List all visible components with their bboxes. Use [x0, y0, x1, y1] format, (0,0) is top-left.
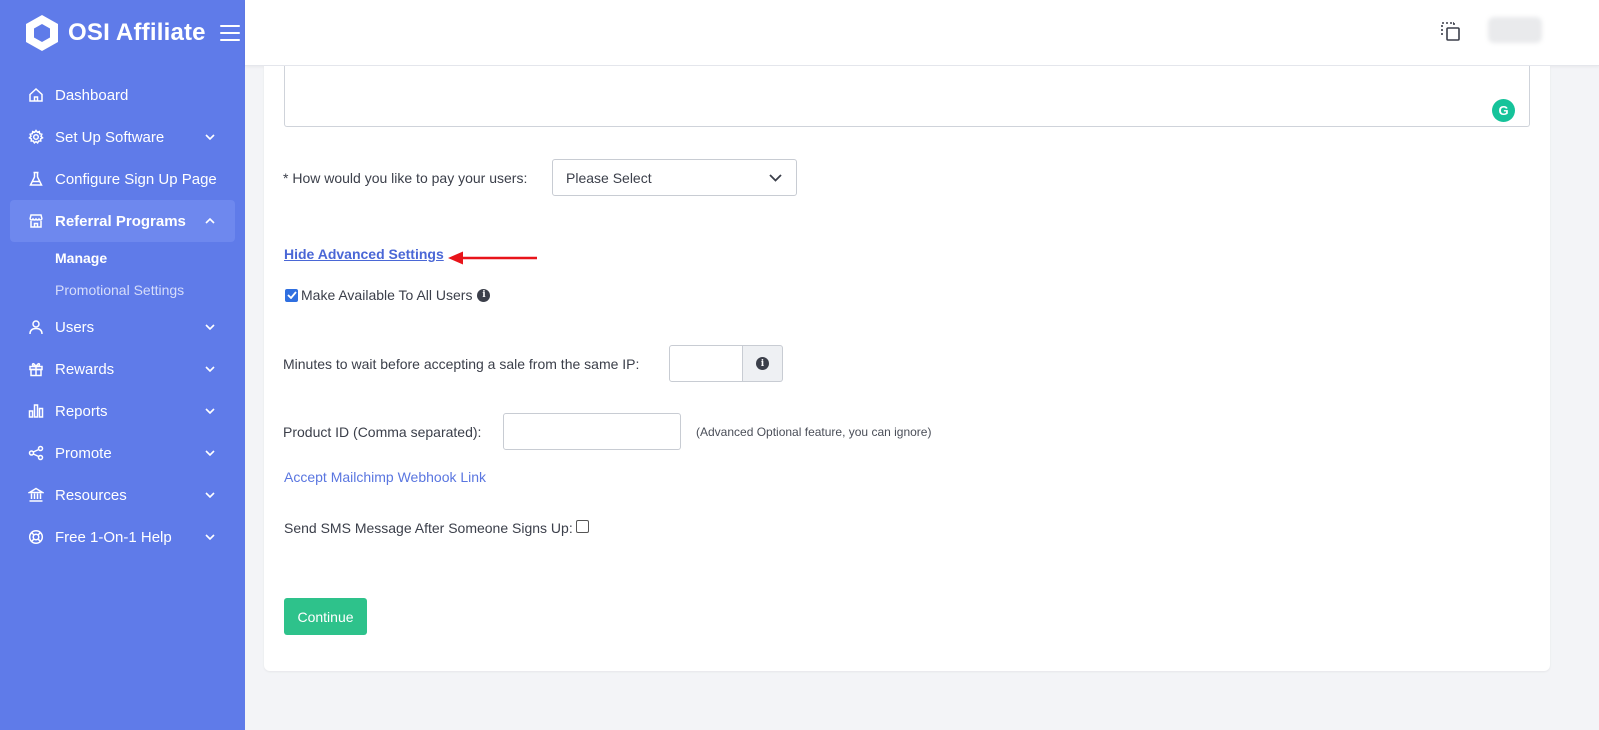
pay-users-label: * How would you like to pay your users:: [283, 170, 528, 186]
chevron-down-icon: [205, 532, 215, 542]
chevron-down-icon: [205, 448, 215, 458]
continue-button[interactable]: Continue: [284, 598, 367, 635]
sidebar-subitem-manage[interactable]: Manage: [55, 242, 235, 274]
sidebar-item-reports[interactable]: Reports: [10, 390, 235, 432]
copy-window-icon[interactable]: [1440, 21, 1462, 43]
gear-icon: [27, 128, 45, 146]
bank-icon: [27, 486, 45, 504]
sidebar-item-label: Configure Sign Up Page: [55, 170, 217, 188]
flask-icon: [27, 170, 45, 188]
brand: OSI Affiliate: [24, 12, 240, 54]
minutes-info-addon[interactable]: i: [743, 345, 783, 382]
sidebar-item-set-up-software[interactable]: Set Up Software: [10, 116, 235, 158]
sidebar-item-rewards[interactable]: Rewards: [10, 348, 235, 390]
avatar[interactable]: [1488, 17, 1542, 43]
sidebar-item-label: Rewards: [55, 360, 115, 378]
minutes-wait-input[interactable]: [669, 345, 743, 382]
chevron-up-icon: [205, 216, 215, 226]
referral-programs-submenu: Manage Promotional Settings: [10, 242, 235, 306]
sidebar-item-label: Reports: [55, 402, 108, 420]
lifebuoy-icon: [27, 528, 45, 546]
sidebar-item-label: Free 1-On-1 Help: [55, 528, 172, 546]
chevron-down-icon: [205, 364, 215, 374]
sidebar-subitem-promotional-settings[interactable]: Promotional Settings: [55, 274, 235, 306]
minutes-wait-group: i: [669, 345, 783, 382]
chevron-down-icon: [769, 173, 782, 182]
sidebar-item-label: Promote: [55, 444, 112, 462]
hide-advanced-settings-link[interactable]: Hide Advanced Settings: [284, 246, 444, 262]
chevron-down-icon: [205, 132, 215, 142]
grammarly-icon[interactable]: G: [1492, 99, 1515, 122]
sidebar-item-configure-sign-up-page[interactable]: Configure Sign Up Page: [10, 158, 235, 200]
bar-chart-icon: [27, 402, 45, 420]
description-textarea[interactable]: G: [284, 66, 1530, 127]
user-icon: [27, 318, 45, 336]
sidebar-item-referral-programs[interactable]: Referral Programs: [10, 200, 235, 242]
sidebar-nav: Dashboard Set Up Software Configure Sign…: [10, 74, 235, 558]
sidebar-item-dashboard[interactable]: Dashboard: [10, 74, 235, 116]
accept-mailchimp-webhook-link[interactable]: Accept Mailchimp Webhook Link: [284, 469, 486, 485]
brand-name: OSI Affiliate: [68, 19, 206, 46]
make-available-row: Make Available To All Users i: [285, 287, 491, 303]
pay-users-select[interactable]: Please Select: [552, 159, 797, 196]
sidebar-item-label: Referral Programs: [55, 212, 186, 230]
make-available-checkbox[interactable]: [285, 288, 298, 302]
chevron-down-icon: [205, 490, 215, 500]
top-header: [245, 0, 1599, 66]
pay-users-select-value: Please Select: [566, 169, 652, 186]
product-id-label: Product ID (Comma separated):: [283, 424, 482, 440]
sidebar-item-label: Dashboard: [55, 86, 129, 104]
share-icon: [27, 444, 45, 462]
store-icon: [27, 212, 45, 230]
sidebar-item-promote[interactable]: Promote: [10, 432, 235, 474]
info-icon: i: [756, 357, 769, 370]
sidebar-item-label: Users: [55, 318, 95, 336]
product-id-input[interactable]: [503, 413, 681, 450]
make-available-label: Make Available To All Users: [301, 287, 473, 303]
sidebar-item-free-help[interactable]: Free 1-On-1 Help: [10, 516, 235, 558]
sidebar-item-users[interactable]: Users: [10, 306, 235, 348]
product-id-note: (Advanced Optional feature, you can igno…: [696, 425, 932, 439]
sidebar-item-label: Set Up Software: [55, 128, 165, 146]
hamburger-menu-icon[interactable]: [219, 25, 240, 41]
sidebar: OSI Affiliate Dashboard Set Up Software …: [0, 0, 245, 730]
sms-row: Send SMS Message After Someone Signs Up:: [284, 519, 589, 536]
sidebar-item-label: Resources: [55, 486, 127, 504]
info-icon[interactable]: i: [477, 288, 491, 302]
logo-hexagon-icon: [24, 14, 60, 52]
annotation-arrow: [448, 251, 537, 265]
home-icon: [27, 86, 45, 104]
minutes-wait-label: Minutes to wait before accepting a sale …: [283, 356, 640, 372]
referral-program-form-card: G * How would you like to pay your users…: [264, 66, 1550, 671]
chevron-down-icon: [205, 322, 215, 332]
sms-label: Send SMS Message After Someone Signs Up:: [284, 520, 573, 536]
gift-icon: [27, 360, 45, 378]
sidebar-item-resources[interactable]: Resources: [10, 474, 235, 516]
sms-checkbox[interactable]: [575, 519, 589, 533]
chevron-down-icon: [205, 406, 215, 416]
